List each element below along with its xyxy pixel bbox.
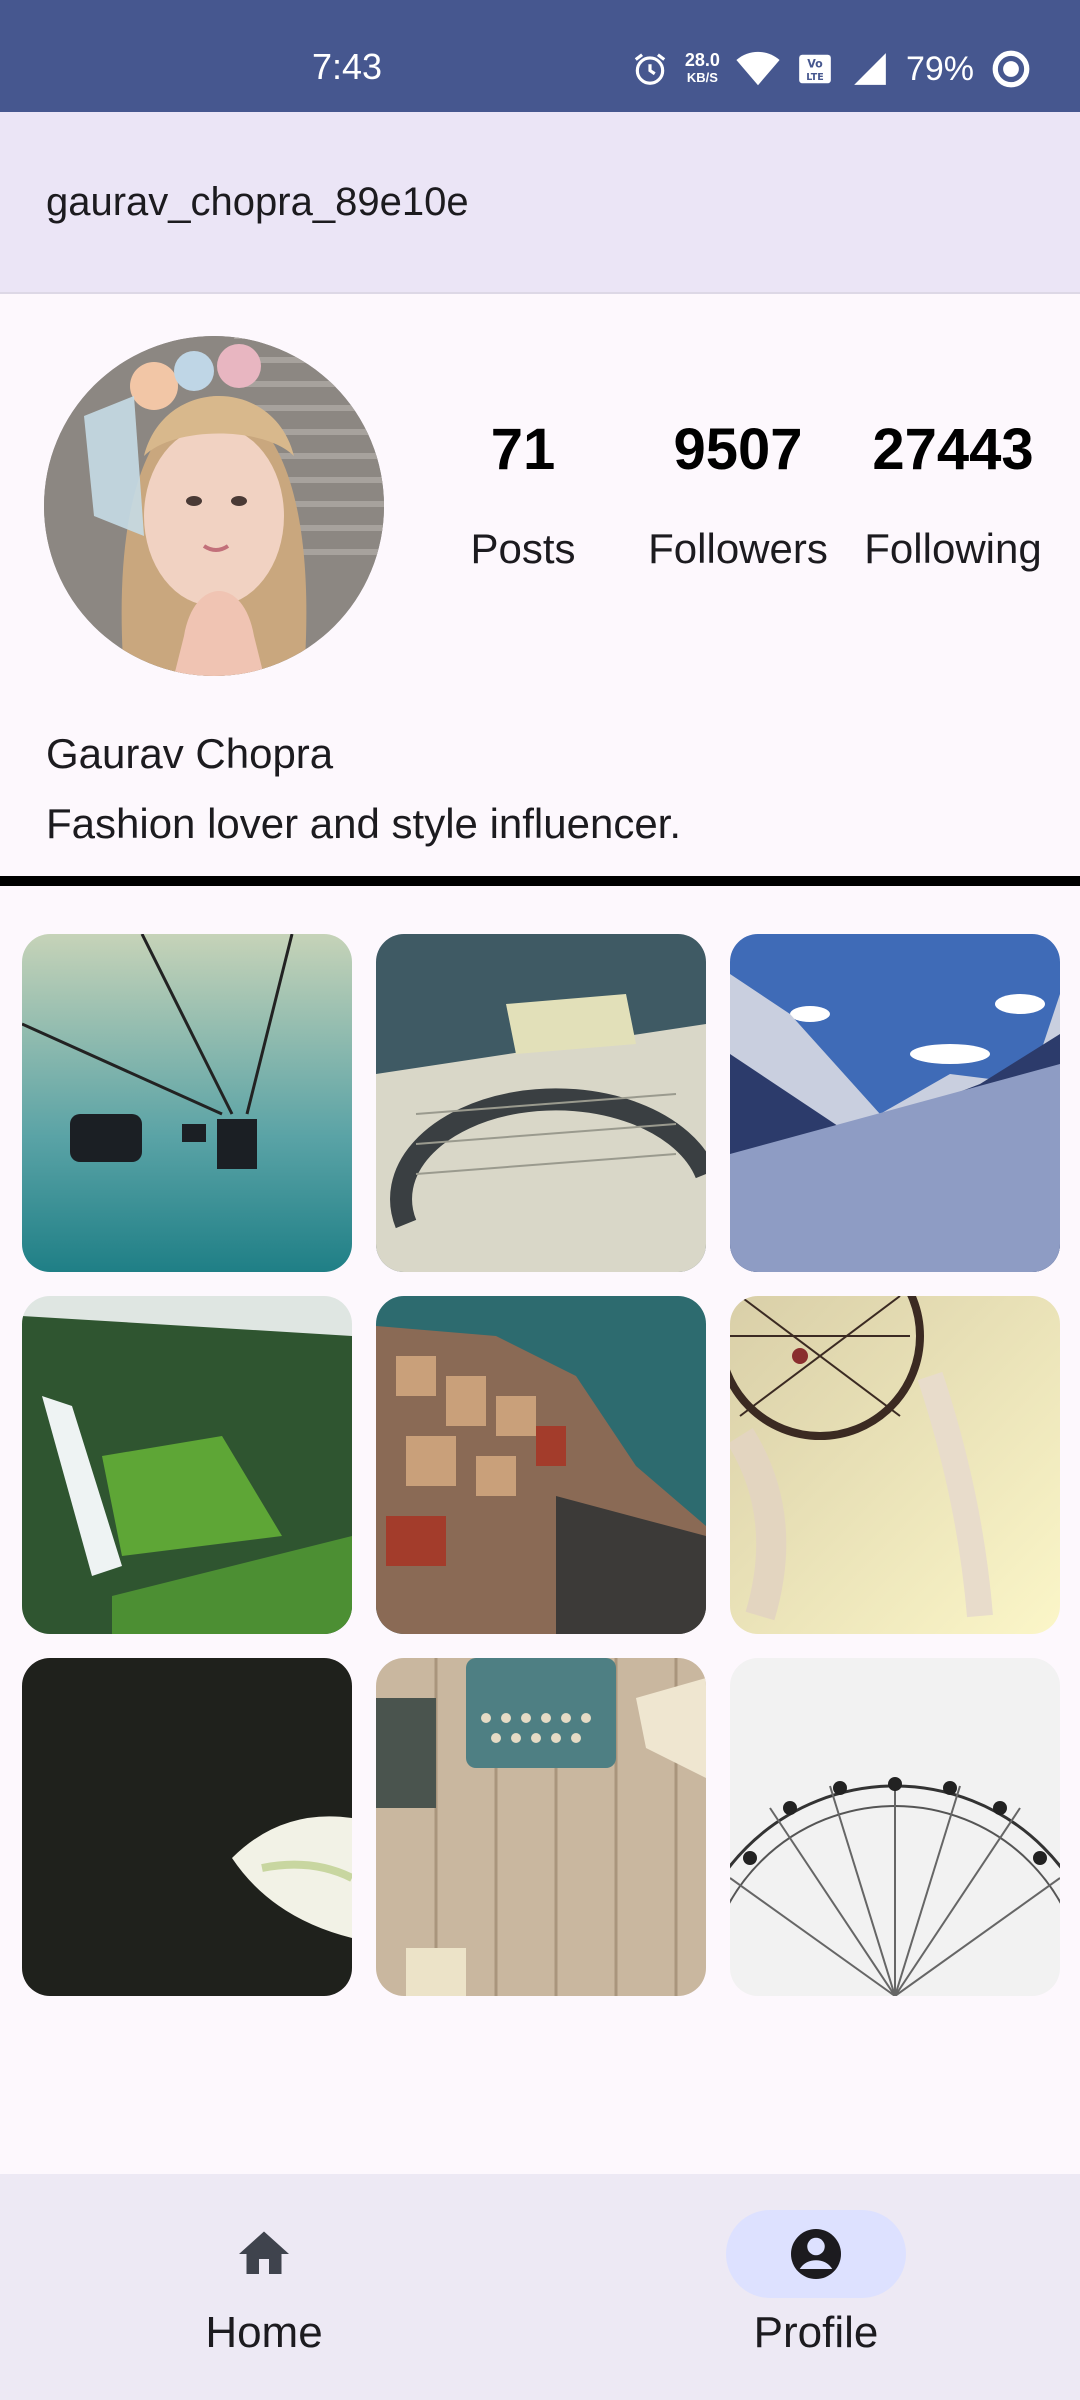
grid-photo-waterfall[interactable] bbox=[22, 1296, 352, 1634]
svg-text:LTE: LTE bbox=[806, 72, 823, 83]
followers-count: 9507 bbox=[673, 417, 803, 482]
grid-photo-dreamcatcher[interactable] bbox=[730, 1296, 1060, 1634]
username: gaurav_chopra_89e10e bbox=[46, 180, 469, 224]
grid-photo-cable-car[interactable] bbox=[22, 934, 352, 1272]
avatar-image bbox=[44, 336, 384, 676]
following-label: Following bbox=[864, 525, 1042, 572]
network-speed: 28.0 KB/S bbox=[685, 51, 720, 87]
svg-text:Vo: Vo bbox=[807, 57, 823, 70]
posts-count: 71 bbox=[490, 417, 556, 482]
nav-pill-profile bbox=[726, 2210, 906, 2298]
bio: Fashion lover and style influencer. bbox=[46, 800, 682, 847]
nav-label-home: Home bbox=[205, 2308, 323, 2357]
battery-ring-icon bbox=[992, 50, 1030, 88]
network-speed-unit: KB/S bbox=[686, 70, 718, 85]
following-count: 27443 bbox=[872, 417, 1034, 482]
status-icons: 28.0 KB/S Vo LTE 79% bbox=[631, 44, 1032, 94]
nav-item-home[interactable]: Home bbox=[134, 2210, 394, 2358]
network-speed-value: 28.0 bbox=[684, 50, 720, 70]
stat-posts[interactable]: 71 Posts bbox=[418, 416, 628, 573]
display-name: Gaurav Chopra bbox=[46, 730, 334, 777]
grid-photo-cliff-town[interactable] bbox=[376, 1296, 706, 1634]
grid-photo-mountains[interactable] bbox=[730, 934, 1060, 1272]
bottom-nav: Home Profile bbox=[0, 2174, 1080, 2400]
stat-followers[interactable]: 9507 Followers bbox=[633, 416, 843, 573]
home-icon bbox=[239, 2231, 289, 2274]
nav-label-profile: Profile bbox=[753, 2308, 879, 2357]
nav-item-profile[interactable]: Profile bbox=[686, 2210, 946, 2358]
volte-icon: Vo LTE bbox=[799, 54, 831, 84]
status-time: 7:43 bbox=[312, 46, 383, 87]
stat-following[interactable]: 27443 Following bbox=[848, 416, 1058, 573]
followers-label: Followers bbox=[648, 525, 828, 572]
divider bbox=[0, 876, 1080, 886]
account-circle-icon bbox=[791, 2229, 841, 2279]
battery-percent: 79% bbox=[905, 49, 974, 88]
alarm-icon bbox=[634, 53, 666, 85]
avatar[interactable] bbox=[44, 336, 384, 676]
profile-header: 71 Posts 9507 Followers 27443 Following … bbox=[0, 296, 1080, 876]
grid-photo-ferris-wheel[interactable] bbox=[730, 1658, 1060, 1996]
photo-grid bbox=[22, 934, 1060, 1996]
grid-photo-calla-lily[interactable] bbox=[22, 1658, 352, 1996]
grid-photo-typewriter[interactable] bbox=[376, 1658, 706, 1996]
posts-label: Posts bbox=[470, 525, 576, 572]
grid-photo-document[interactable] bbox=[376, 934, 706, 1272]
wifi-icon bbox=[736, 51, 780, 86]
app-bar: gaurav_chopra_89e10e bbox=[0, 112, 1080, 294]
signal-icon bbox=[854, 53, 886, 85]
status-bar: 7:43 28.0 KB/S Vo LTE 79% bbox=[0, 0, 1080, 112]
nav-pill-home bbox=[174, 2210, 354, 2298]
stats: 71 Posts 9507 Followers 27443 Following bbox=[418, 416, 1058, 573]
